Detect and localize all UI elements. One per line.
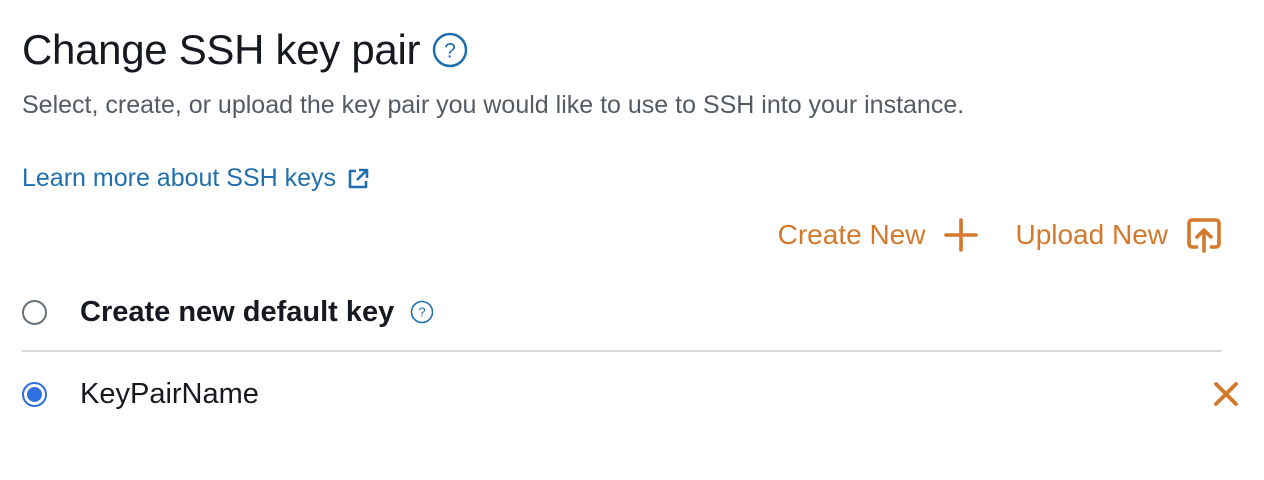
radio-selected-dot (27, 386, 42, 402)
learn-more-link[interactable]: Learn more about SSH keys (22, 164, 370, 193)
upload-new-button[interactable]: Upload New (1015, 217, 1222, 253)
question-circle-icon[interactable]: ? (432, 32, 468, 68)
key-option-keypairname[interactable]: KeyPairName (22, 372, 1222, 416)
create-new-label: Create New (777, 219, 926, 250)
plus-icon (943, 217, 979, 253)
ssh-key-pair-panel: Change SSH key pair ? Select, create, or… (0, 0, 1264, 480)
upload-icon (1186, 217, 1222, 253)
question-circle-icon[interactable]: ? (410, 300, 434, 324)
svg-text:?: ? (419, 305, 426, 320)
title-row: Change SSH key pair ? (22, 22, 468, 78)
upload-new-label: Upload New (1015, 219, 1168, 250)
page-description: Select, create, or upload the key pair y… (22, 91, 965, 119)
key-actions: Create New Upload New (778, 212, 1222, 258)
close-icon[interactable] (1210, 378, 1242, 410)
option-divider (22, 350, 1222, 352)
create-new-button[interactable]: Create New (778, 217, 980, 253)
option-label-keypairname: KeyPairName (80, 377, 259, 410)
key-option-default[interactable]: Create new default key ? (22, 290, 1222, 334)
option-label-create-default-key: Create new default key (80, 295, 395, 328)
radio-keypairname[interactable] (22, 381, 47, 407)
learn-more-label: Learn more about SSH keys (22, 164, 337, 192)
external-link-icon (346, 167, 370, 191)
page-title: Change SSH key pair (22, 26, 421, 73)
radio-create-default-key[interactable] (22, 299, 47, 325)
svg-text:?: ? (444, 40, 456, 63)
